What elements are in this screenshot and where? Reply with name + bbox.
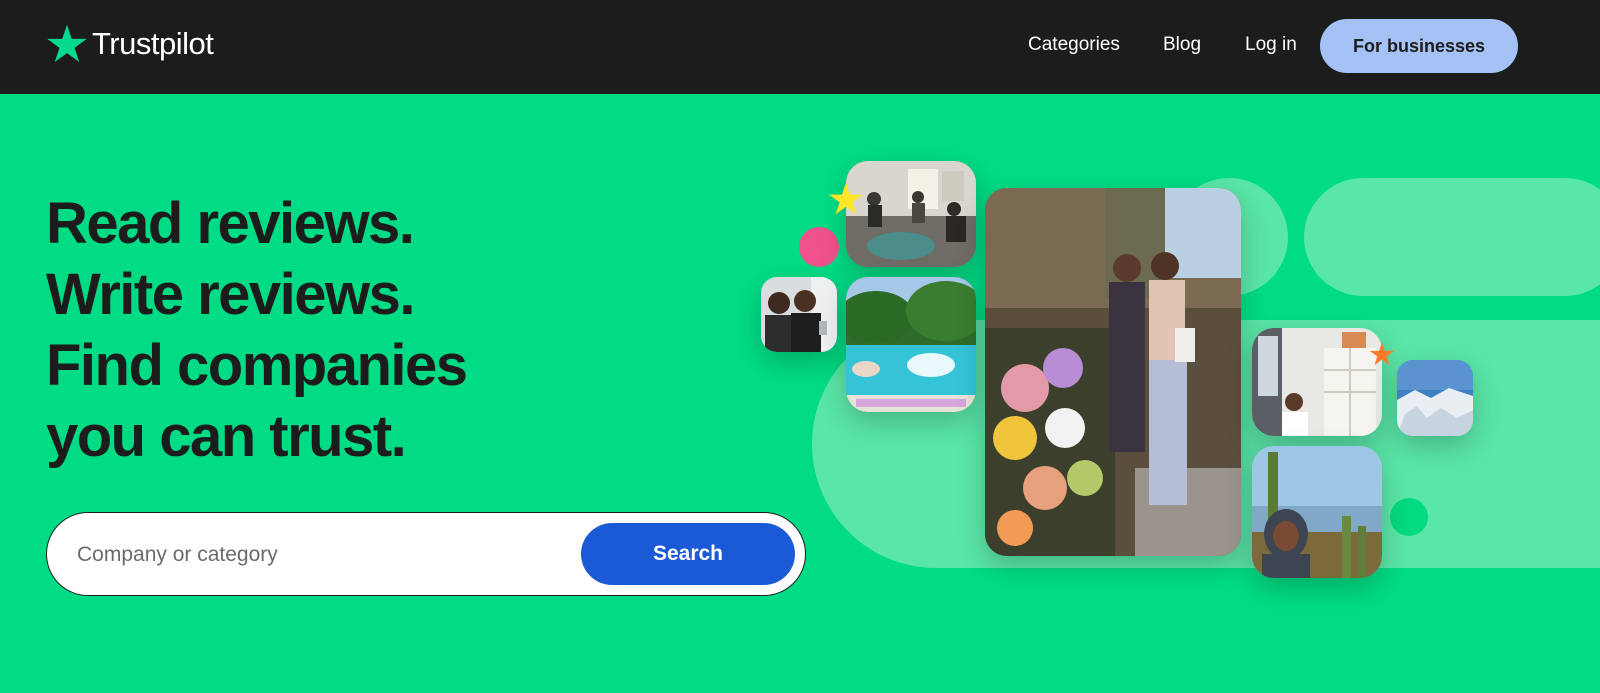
for-businesses-button[interactable]: For businesses	[1320, 19, 1518, 73]
trustpilot-star-logo-icon	[47, 24, 87, 63]
search-bar: Search	[46, 512, 806, 596]
photo-office-meeting	[846, 161, 976, 267]
nav-login-link[interactable]: Log in	[1245, 34, 1297, 56]
photo-two-men-talking	[761, 277, 837, 352]
search-input[interactable]	[77, 535, 607, 575]
search-button[interactable]: Search	[581, 523, 795, 585]
trustpilot-logo[interactable]: Trustpilot	[46, 22, 214, 66]
hero-headline: Read reviews. Write reviews. Find compan…	[46, 188, 516, 472]
headline-line-1: Read reviews.	[46, 191, 415, 256]
decorative-pill-shape	[1304, 178, 1600, 296]
green-dot-decoration	[1390, 498, 1428, 536]
yellow-star-icon	[829, 182, 863, 215]
site-header: Trustpilot Categories Blog Log in For bu…	[0, 0, 1600, 94]
nav-blog-link[interactable]: Blog	[1163, 34, 1201, 56]
orange-star-icon	[1369, 342, 1395, 366]
pink-dot-decoration	[799, 227, 839, 267]
headline-line-3: Find companies	[46, 333, 468, 398]
logo-text: Trustpilot	[92, 26, 214, 61]
photo-swimming-pool	[846, 277, 976, 412]
headline-line-4: you can trust.	[46, 404, 407, 469]
photo-snowy-mountains	[1397, 360, 1473, 436]
photo-home-office	[1252, 328, 1382, 436]
headline-line-2: Write reviews.	[46, 262, 416, 327]
nav-categories-link[interactable]: Categories	[1028, 34, 1120, 56]
photo-flower-market	[985, 188, 1241, 556]
photo-man-with-cacti	[1252, 446, 1382, 578]
